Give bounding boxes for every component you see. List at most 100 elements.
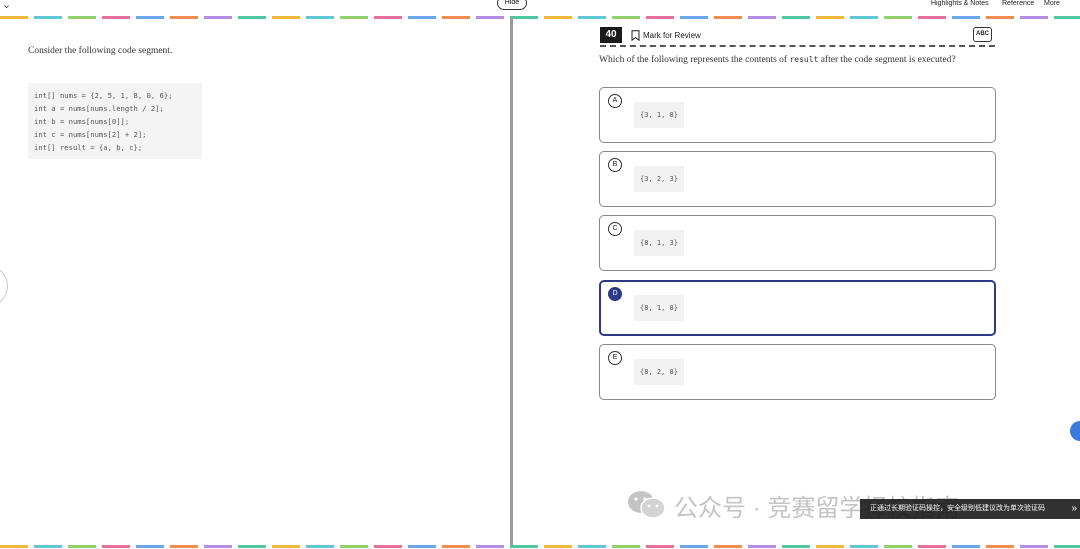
stripe-dash <box>442 545 470 548</box>
stripe-dash <box>476 16 504 19</box>
option-code-e: {8, 2, 8} <box>634 359 684 385</box>
bottom-color-stripe <box>0 545 1080 548</box>
stripe-dash <box>510 16 538 19</box>
stripe-dash <box>272 545 300 548</box>
highlights-notes-button[interactable]: Highlights & Notes <box>931 0 989 10</box>
hide-button[interactable]: Hide <box>497 0 527 10</box>
stripe-dash <box>374 16 402 19</box>
answer-option-d[interactable]: D {8, 1, 8} <box>599 280 996 336</box>
stripe-dash <box>578 545 606 548</box>
mark-for-review-label: Mark for Review <box>643 30 701 40</box>
stripe-dash <box>1020 16 1048 19</box>
stripe-dash <box>68 16 96 19</box>
stripe-dash <box>612 545 640 548</box>
stripe-dash <box>816 545 844 548</box>
stripe-dash <box>306 16 334 19</box>
stripe-dash <box>612 16 640 19</box>
wechat-icon <box>628 491 666 519</box>
option-letter-c: C <box>608 222 622 236</box>
stripe-dash <box>782 545 810 548</box>
question-number: 40 <box>600 27 622 43</box>
stripe-dash <box>714 545 742 548</box>
stripe-dash <box>816 16 844 19</box>
stripe-dash <box>952 545 980 548</box>
stripe-dash <box>578 16 606 19</box>
option-letter-e: E <box>608 351 622 365</box>
stripe-dash <box>170 545 198 548</box>
stripe-dash <box>510 545 538 548</box>
pane-divider-handle[interactable] <box>510 18 513 545</box>
stripe-dash <box>884 16 912 19</box>
stripe-dash <box>714 16 742 19</box>
stripe-dash <box>0 545 28 548</box>
mark-for-review-button[interactable]: Mark for Review <box>631 29 701 41</box>
stripe-dash <box>408 16 436 19</box>
stripe-dash <box>306 545 334 548</box>
question-code-term: result <box>789 55 819 64</box>
option-code-d: {8, 1, 8} <box>634 295 684 321</box>
option-code-b: {3, 2, 3} <box>634 166 684 192</box>
stripe-dash <box>1020 545 1048 548</box>
option-code-a: {3, 1, 8} <box>634 102 684 128</box>
stripe-dash <box>442 16 470 19</box>
option-letter-a: A <box>608 94 622 108</box>
stripe-dash <box>748 545 776 548</box>
stripe-dash <box>986 16 1014 19</box>
stripe-dash <box>34 545 62 548</box>
stripe-dash <box>748 16 776 19</box>
abc-label: ABC <box>976 31 989 37</box>
option-letter-b: B <box>608 158 622 172</box>
answer-option-b[interactable]: B {3, 2, 3} <box>599 151 996 207</box>
stripe-dash <box>646 16 674 19</box>
chevron-down-icon[interactable]: ⌄ <box>2 0 11 11</box>
reference-button[interactable]: Reference <box>1002 0 1034 10</box>
stripe-dash <box>170 16 198 19</box>
stripe-dash <box>340 16 368 19</box>
option-code-c: {8, 1, 3} <box>634 230 684 256</box>
stripe-dash <box>204 16 232 19</box>
stripe-dash <box>782 16 810 19</box>
floating-helper-button[interactable] <box>1070 421 1080 441</box>
answer-eliminator-button[interactable]: ABC <box>973 27 992 42</box>
code-line: int a = nums[nums.length / 2]; <box>34 104 164 113</box>
stripe-dash <box>204 545 232 548</box>
question-text: Which of the following represents the co… <box>599 52 979 68</box>
answer-option-e[interactable]: E {8, 2, 8} <box>599 344 996 400</box>
stripe-dash <box>884 545 912 548</box>
bookmark-icon <box>631 29 640 41</box>
stripe-dash <box>680 16 708 19</box>
code-line: int[] nums = {2, 5, 1, 8, 0, 6}; <box>34 91 173 100</box>
answer-option-a[interactable]: A {3, 1, 8} <box>599 87 996 143</box>
question-text-before: Which of the following represents the co… <box>599 55 790 65</box>
stripe-dash <box>340 545 368 548</box>
stripe-dash <box>680 545 708 548</box>
code-line: int b = nums[nums[0]]; <box>34 117 130 126</box>
code-block: int[] nums = {2, 5, 1, 8, 0, 6}; int a =… <box>28 83 202 159</box>
stripe-dash <box>102 16 130 19</box>
stripe-dash <box>952 16 980 19</box>
stripe-dash <box>102 545 130 548</box>
stripe-dash <box>1054 545 1080 548</box>
double-chevron-right-icon[interactable]: » <box>1071 499 1077 519</box>
stripe-dash <box>136 16 164 19</box>
stripe-dash <box>544 545 572 548</box>
more-button[interactable]: More <box>1044 0 1060 10</box>
passage-intro: Consider the following code segment. <box>28 46 173 56</box>
stripe-dash <box>646 545 674 548</box>
stripe-dash <box>272 16 300 19</box>
stripe-dash <box>34 16 62 19</box>
stripe-dash <box>0 16 28 19</box>
code-line: int c = nums[nums[2] + 2]; <box>34 130 147 139</box>
code-line: int[] result = {a, b, c}; <box>34 143 143 152</box>
stripe-dash <box>850 545 878 548</box>
stripe-dash <box>238 16 266 19</box>
stripe-dash <box>68 545 96 548</box>
stripe-dash <box>1054 16 1080 19</box>
toast-notification[interactable]: 正通过长期验证码操控，安全级别低建议改为单次验证码 » <box>860 499 1080 519</box>
option-letter-d: D <box>608 287 622 301</box>
answer-option-c[interactable]: C {8, 1, 3} <box>599 215 996 271</box>
stripe-dash <box>408 545 436 548</box>
side-panel-handle[interactable] <box>0 265 8 307</box>
question-text-after: after the code segment is executed? <box>818 55 956 65</box>
stripe-dash <box>238 545 266 548</box>
